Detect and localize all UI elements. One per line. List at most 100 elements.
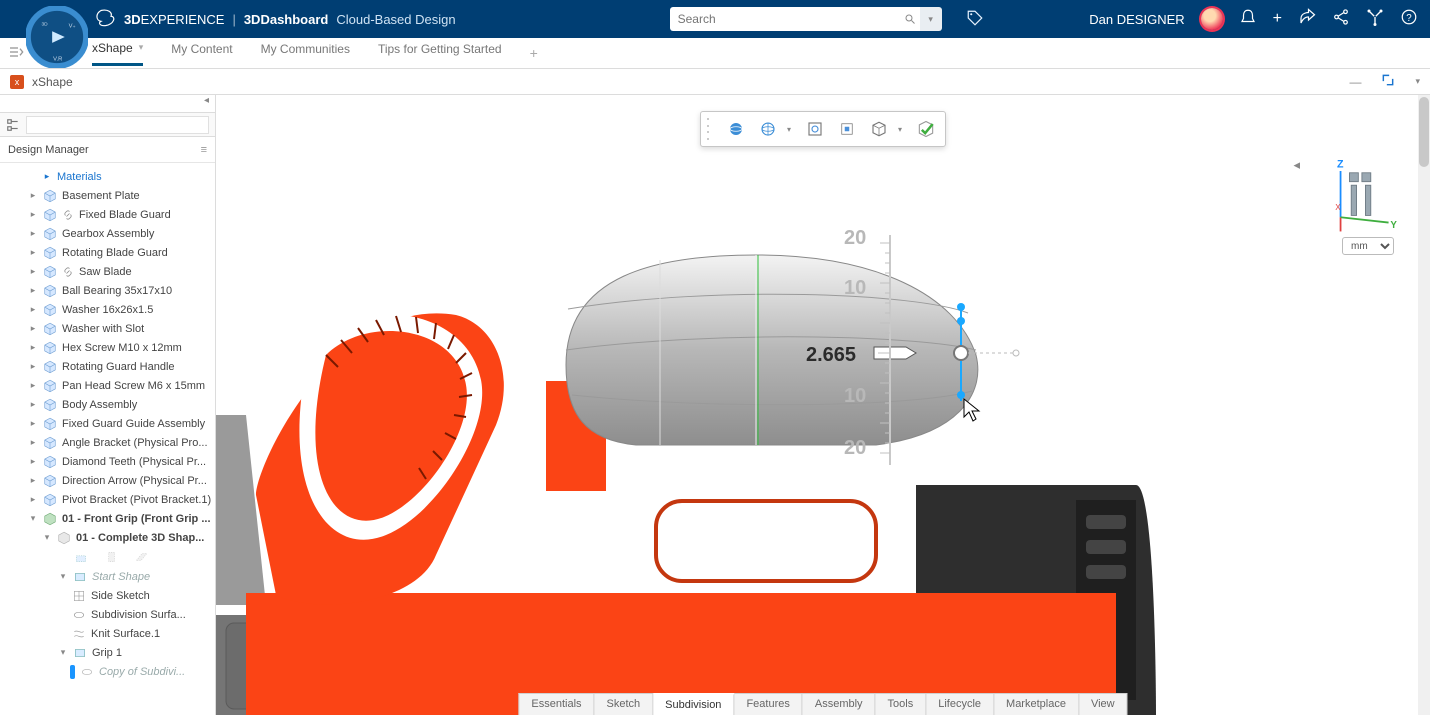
search-button[interactable]	[900, 7, 920, 31]
chevron-right-icon[interactable]: ▸	[28, 304, 38, 315]
tab-my-communities[interactable]: My Communities	[261, 42, 350, 64]
tree-item-part[interactable]: ▸Diamond Teeth (Physical Pr...	[0, 452, 215, 471]
tree-item-part[interactable]: ▸Basement Plate	[0, 186, 215, 205]
scrollbar-thumb[interactable]	[1419, 97, 1429, 167]
chevron-down-icon[interactable]: ▾	[42, 532, 52, 543]
btab-essentials[interactable]: Essentials	[519, 694, 594, 715]
panel-menu-icon[interactable]: ≡	[201, 144, 207, 156]
chevron-right-icon[interactable]: ▸	[28, 456, 38, 467]
btab-tools[interactable]: Tools	[876, 694, 927, 715]
chevron-right-icon[interactable]: ▸	[28, 228, 38, 239]
toolbar-grip-icon[interactable]	[707, 116, 713, 142]
tag-icon[interactable]	[966, 9, 984, 30]
collab-icon[interactable]	[1366, 8, 1384, 31]
chevron-right-icon[interactable]: ▸	[28, 418, 38, 429]
tree-item-part[interactable]: ▸Gearbox Assembly	[0, 224, 215, 243]
restore-icon[interactable]	[1381, 73, 1395, 90]
vertical-scrollbar[interactable]	[1418, 95, 1430, 715]
tree-item-part[interactable]: ▸Washer with Slot	[0, 319, 215, 338]
notifications-icon[interactable]	[1239, 8, 1257, 31]
btab-view[interactable]: View	[1079, 694, 1127, 715]
chevron-right-icon[interactable]: ▸	[28, 266, 38, 277]
chevron-down-icon[interactable]: ▾	[139, 42, 144, 53]
fit-view-icon[interactable]	[802, 116, 828, 142]
tree-item-part[interactable]: ▸Pan Head Screw M6 x 15mm	[0, 376, 215, 395]
view-toolbar[interactable]: ▾ ▾	[700, 111, 946, 147]
box-view-icon[interactable]	[866, 116, 892, 142]
help-icon[interactable]: ?	[1400, 8, 1418, 31]
plane-xz-icon[interactable]	[134, 550, 148, 564]
tree-item-part[interactable]: ▸Hex Screw M10 x 12mm	[0, 338, 215, 357]
orientation-collapse-icon[interactable]: ◂	[1293, 157, 1300, 173]
tab-tips[interactable]: Tips for Getting Started	[378, 42, 502, 64]
btab-features[interactable]: Features	[734, 694, 802, 715]
btab-subdivision[interactable]: Subdivision	[653, 693, 734, 715]
chevron-right-icon[interactable]: ▸	[28, 437, 38, 448]
share-arrow-icon[interactable]	[1298, 8, 1316, 31]
chevron-right-icon[interactable]: ▸	[28, 475, 38, 486]
tab-my-content[interactable]: My Content	[171, 42, 232, 64]
minimize-icon[interactable]: —	[1349, 75, 1361, 89]
tree-item-feature[interactable]: Side Sketch	[0, 586, 215, 605]
isolate-icon[interactable]	[834, 116, 860, 142]
tree-item-part[interactable]: ▸Fixed Guard Guide Assembly	[0, 414, 215, 433]
add-tab-button[interactable]: +	[530, 45, 538, 61]
tree-mode-icon[interactable]	[6, 118, 20, 132]
tree-item-feature[interactable]: Knit Surface.1	[0, 624, 215, 643]
tree-item-front-grip[interactable]: ▾ 01 - Front Grip (Front Grip ...	[0, 509, 215, 528]
chevron-down-icon[interactable]: ▾	[28, 513, 38, 524]
chevron-right-icon[interactable]: ▸	[28, 285, 38, 296]
globe-solid-icon[interactable]	[723, 116, 749, 142]
btab-marketplace[interactable]: Marketplace	[994, 694, 1079, 715]
tree-item-feature[interactable]: Subdivision Surfa...	[0, 605, 215, 624]
add-icon[interactable]: +	[1273, 10, 1282, 28]
tree-item-part[interactable]: ▸Ball Bearing 35x17x10	[0, 281, 215, 300]
search-input[interactable]	[670, 7, 900, 31]
compass-widget[interactable]: 3D V₊ V.R	[26, 6, 88, 68]
tree-item-part[interactable]: ▸Body Assembly	[0, 395, 215, 414]
chevron-down-icon[interactable]: ▾	[898, 125, 907, 134]
chevron-right-icon[interactable]: ▸	[28, 209, 38, 220]
plane-yz-icon[interactable]	[104, 550, 118, 564]
chevron-right-icon[interactable]: ▸	[28, 342, 38, 353]
tab-xshape[interactable]: xShape▾	[92, 41, 143, 66]
tree-item-start-shape[interactable]: ▾ Start Shape	[0, 567, 215, 586]
tree-item-part[interactable]: ▸Rotating Guard Handle	[0, 357, 215, 376]
chevron-right-icon[interactable]: ▸	[28, 247, 38, 258]
btab-lifecycle[interactable]: Lifecycle	[926, 694, 994, 715]
collapse-panel-icon[interactable]: ◂	[204, 95, 209, 112]
chevron-down-icon[interactable]: ▾	[58, 647, 68, 658]
share-nodes-icon[interactable]	[1332, 8, 1350, 31]
chevron-right-icon[interactable]: ▸	[28, 361, 38, 372]
tree-item-grip1[interactable]: ▾ Grip 1	[0, 643, 215, 662]
btab-assembly[interactable]: Assembly	[803, 694, 876, 715]
chevron-right-icon[interactable]: ▸	[42, 171, 52, 182]
tree-item-part[interactable]: ▸Saw Blade	[0, 262, 215, 281]
commit-icon[interactable]	[913, 116, 939, 142]
tree-item-part[interactable]: ▸Fixed Blade Guard	[0, 205, 215, 224]
tree-item-part[interactable]: ▸Angle Bracket (Physical Pro...	[0, 433, 215, 452]
user-name[interactable]: Dan DESIGNER	[1089, 12, 1184, 27]
btab-sketch[interactable]: Sketch	[595, 694, 654, 715]
tree-item-materials[interactable]: ▸ Materials	[0, 167, 215, 186]
avatar[interactable]	[1201, 8, 1223, 30]
tree-item-part[interactable]: ▸Washer 16x26x1.5	[0, 300, 215, 319]
plane-xy-icon[interactable]	[74, 550, 88, 564]
tree-item-part[interactable]: ▸Direction Arrow (Physical Pr...	[0, 471, 215, 490]
chevron-right-icon[interactable]: ▸	[28, 399, 38, 410]
chevron-right-icon[interactable]: ▸	[28, 494, 38, 505]
tree-item-complete-shape[interactable]: ▾ 01 - Complete 3D Shap...	[0, 528, 215, 547]
globe-wire-icon[interactable]	[755, 116, 781, 142]
search-dropdown[interactable]: ▾	[920, 7, 942, 31]
chevron-down-icon[interactable]: ▾	[1415, 76, 1420, 87]
orientation-triad[interactable]: Z X Y	[1308, 155, 1398, 235]
chevron-right-icon[interactable]: ▸	[28, 380, 38, 391]
tree-item-grip1-child[interactable]: Copy of Subdivi...	[0, 662, 215, 681]
chevron-down-icon[interactable]: ▾	[787, 125, 796, 134]
design-tree[interactable]: ▸ Materials ▸Basement Plate▸Fixed Blade …	[0, 163, 215, 715]
chevron-down-icon[interactable]: ▾	[58, 571, 68, 582]
3d-viewport[interactable]: 2.665 20 10 10 20 ▾ ▾ ◂ Z X Y	[216, 95, 1430, 715]
chevron-right-icon[interactable]: ▸	[28, 323, 38, 334]
chevron-right-icon[interactable]: ▸	[28, 190, 38, 201]
expand-left-icon[interactable]	[8, 44, 24, 63]
